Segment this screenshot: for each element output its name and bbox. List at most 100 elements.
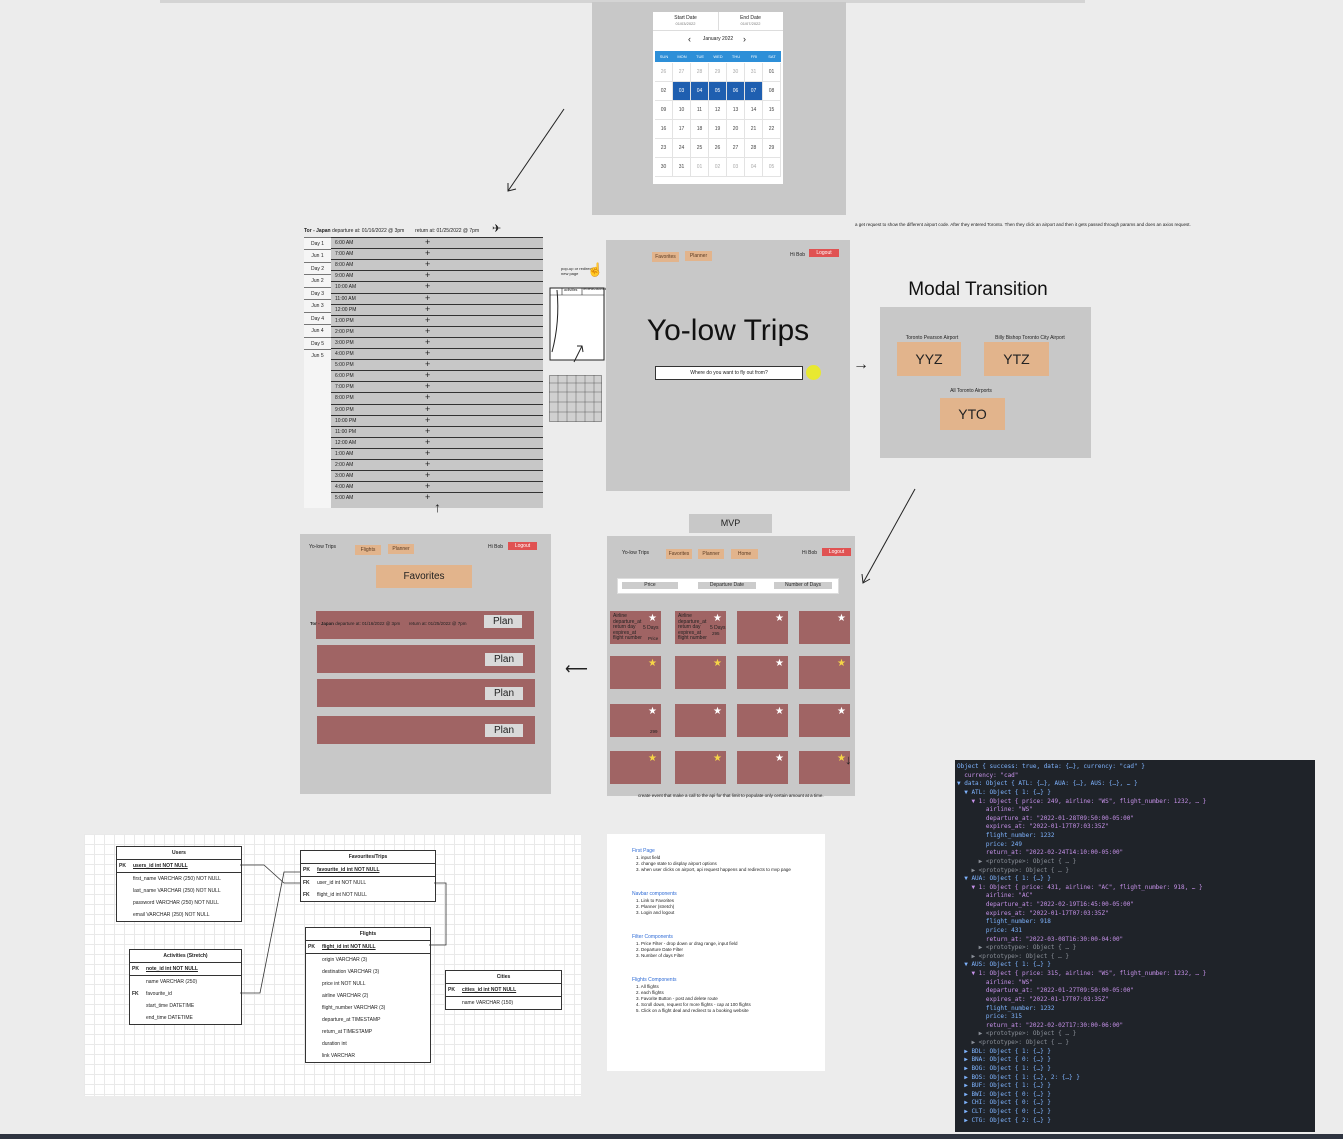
time-slot[interactable]: 12:00 AM + — [331, 436, 543, 448]
calendar-day[interactable]: 13 — [727, 101, 745, 120]
favorite-star-icon[interactable]: ★ — [713, 659, 722, 669]
calendar-day[interactable]: 31 — [745, 63, 763, 82]
flight-card[interactable]: ★ — [737, 611, 788, 644]
trip-row[interactable]: Tor - Japan departure at: 01/16/2022 @ 3… — [310, 611, 534, 639]
end-date-field[interactable]: End Date 01/07/2022 — [718, 12, 783, 31]
flight-card[interactable]: ★ — [675, 704, 726, 737]
flight-card[interactable]: ★ — [675, 751, 726, 784]
flight-card[interactable]: ★ — [610, 751, 661, 784]
fav-logout-button[interactable]: Logout — [508, 542, 537, 550]
calendar-day[interactable]: 07 — [745, 82, 763, 101]
airport-button-yyz[interactable]: YYZ — [897, 342, 961, 376]
plan-button[interactable]: Plan — [484, 615, 522, 628]
time-slot[interactable]: 7:00 PM + — [331, 381, 543, 392]
add-icon[interactable]: + — [425, 426, 430, 436]
calendar-day[interactable]: 29 — [709, 63, 727, 82]
add-icon[interactable]: + — [425, 370, 430, 380]
time-slot[interactable]: 1:00 AM + — [331, 447, 543, 459]
favorite-star-icon[interactable]: ★ — [775, 707, 784, 717]
favorite-star-icon[interactable]: ★ — [648, 614, 657, 624]
calendar-day[interactable]: 30 — [655, 158, 673, 177]
time-slot[interactable]: 12:00 PM + — [331, 303, 543, 315]
add-icon[interactable]: + — [425, 348, 430, 358]
add-icon[interactable]: + — [425, 415, 430, 425]
next-month-icon[interactable]: › — [743, 34, 746, 44]
calendar-day[interactable]: 21 — [745, 120, 763, 139]
calendar-day[interactable]: 09 — [655, 101, 673, 120]
time-slot[interactable]: 6:00 PM + — [331, 370, 543, 381]
fav-nav-flights[interactable]: Flights — [355, 545, 381, 555]
calendar-day[interactable]: 06 — [727, 82, 745, 101]
calendar-day[interactable]: 18 — [691, 120, 709, 139]
plan-button[interactable]: Plan — [485, 724, 523, 737]
day-item[interactable]: Jun 2 — [304, 274, 331, 286]
add-icon[interactable]: + — [425, 259, 430, 269]
add-icon[interactable]: + — [425, 492, 430, 502]
calendar-day[interactable]: 08 — [763, 82, 781, 101]
calendar-day[interactable]: 15 — [763, 101, 781, 120]
time-slot[interactable]: 10:00 PM + — [331, 414, 543, 426]
add-icon[interactable]: + — [425, 270, 430, 280]
calendar-day[interactable]: 29 — [763, 139, 781, 158]
trip-row[interactable]: Plan — [317, 716, 535, 744]
calendar-day[interactable]: 25 — [691, 139, 709, 158]
flight-card[interactable]: ★ — [737, 704, 788, 737]
add-icon[interactable]: + — [425, 326, 430, 336]
time-slot[interactable]: 2:00 AM + — [331, 459, 543, 470]
favorite-star-icon[interactable]: ★ — [775, 754, 784, 764]
calendar-day[interactable]: 24 — [673, 139, 691, 158]
day-item[interactable]: Jun 3 — [304, 299, 331, 311]
logout-button[interactable]: Logout — [809, 249, 839, 257]
add-icon[interactable]: + — [425, 437, 430, 447]
time-slot[interactable]: 8:00 PM + — [331, 392, 543, 403]
add-icon[interactable]: + — [425, 359, 430, 369]
day-item[interactable]: Jun 1 — [304, 249, 331, 261]
time-slot[interactable]: 3:00 AM + — [331, 470, 543, 481]
flight-card[interactable]: ★ — [610, 656, 661, 689]
favorite-star-icon[interactable]: ★ — [837, 707, 846, 717]
favorite-star-icon[interactable]: ★ — [648, 659, 657, 669]
add-icon[interactable]: + — [425, 248, 430, 258]
add-icon[interactable]: + — [425, 304, 430, 314]
time-slot[interactable]: 9:00 PM + — [331, 403, 543, 415]
calendar-day[interactable]: 12 — [709, 101, 727, 120]
calendar-day[interactable]: 02 — [709, 158, 727, 177]
calendar-day[interactable]: 22 — [763, 120, 781, 139]
add-icon[interactable]: + — [425, 337, 430, 347]
add-icon[interactable]: + — [425, 470, 430, 480]
flight-card[interactable]: ★ — [799, 611, 850, 644]
calendar-day[interactable]: 23 — [655, 139, 673, 158]
favorite-star-icon[interactable]: ★ — [648, 707, 657, 717]
add-icon[interactable]: + — [425, 392, 430, 402]
plan-button[interactable]: Plan — [485, 653, 523, 666]
add-icon[interactable]: + — [425, 404, 430, 414]
trip-row[interactable]: Plan — [317, 645, 535, 673]
calendar-day[interactable]: 10 — [673, 101, 691, 120]
calendar-day[interactable]: 11 — [691, 101, 709, 120]
add-icon[interactable]: + — [425, 448, 430, 458]
add-icon[interactable]: + — [425, 315, 430, 325]
day-item[interactable]: Day 3 — [304, 287, 331, 299]
plan-button[interactable]: Plan — [485, 687, 523, 700]
favorite-star-icon[interactable]: ★ — [775, 614, 784, 624]
trip-row[interactable]: Plan — [317, 679, 535, 707]
calendar-day[interactable]: 05 — [709, 82, 727, 101]
airport-button-ytz[interactable]: YTZ — [984, 342, 1049, 376]
favorite-star-icon[interactable]: ★ — [837, 614, 846, 624]
calendar-day[interactable]: 14 — [745, 101, 763, 120]
add-icon[interactable]: + — [425, 293, 430, 303]
time-slot[interactable]: 11:00 PM + — [331, 425, 543, 437]
time-slot[interactable]: 4:00 PM + — [331, 348, 543, 359]
time-slot[interactable]: 4:00 AM + — [331, 481, 543, 492]
day-item[interactable]: Day 1 — [304, 237, 331, 249]
flight-card[interactable]: ★ — [737, 656, 788, 689]
flight-card[interactable]: ★ — [799, 656, 850, 689]
departure-search-input[interactable]: Where do you want to fly out from? — [655, 366, 803, 380]
day-item[interactable]: Day 5 — [304, 337, 331, 349]
flight-card[interactable]: ★ — [799, 704, 850, 737]
flight-card[interactable]: ★ 299 — [610, 704, 661, 737]
favorite-star-icon[interactable]: ★ — [713, 614, 722, 624]
flight-card[interactable]: ★ — [799, 751, 850, 784]
fav-nav-planner[interactable]: Planner — [388, 544, 414, 554]
time-slot[interactable]: 2:00 PM + — [331, 325, 543, 337]
